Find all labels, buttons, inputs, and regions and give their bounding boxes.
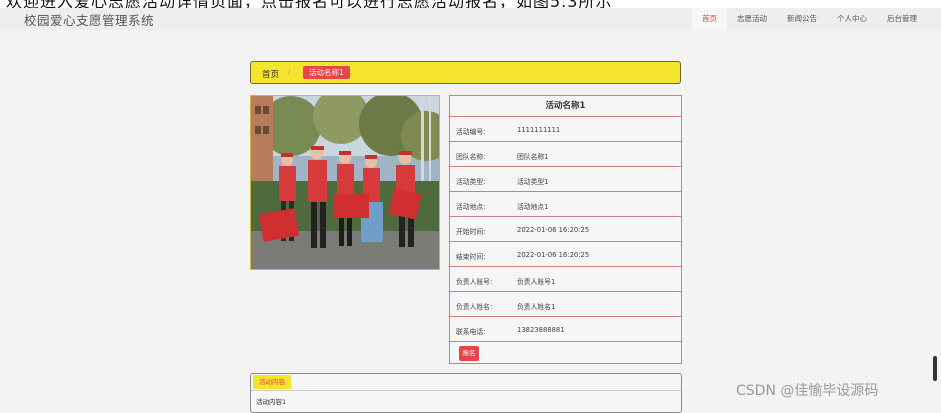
detail-row-type: 活动类型: 活动类型1 bbox=[450, 167, 681, 192]
scrollbar-thumb[interactable] bbox=[933, 356, 937, 381]
csdn-watermark: CSDN @佳愉毕设源码 bbox=[736, 383, 879, 399]
content-tab[interactable]: 活动内容 bbox=[253, 375, 291, 389]
apply-button[interactable]: 报名 bbox=[459, 346, 479, 361]
detail-value: 负责人姓名1 bbox=[517, 303, 556, 311]
detail-label: 团队名称: bbox=[456, 153, 486, 161]
breadcrumb: 首页 / 活动名称1 bbox=[250, 61, 681, 84]
nav-item-admin[interactable]: 后台管理 bbox=[877, 8, 927, 30]
detail-actions: 报名 bbox=[450, 342, 681, 364]
top-caption: 欢迎进入爱心志愿活动详情页面，点击报名可以进行志愿活动报名，如图5.3所示 bbox=[6, 0, 612, 8]
activity-photo-image bbox=[251, 96, 439, 269]
detail-value: 2022-01-06 16:20:25 bbox=[517, 251, 590, 259]
detail-row-end-time: 结束时间: 2022-01-06 16:20:25 bbox=[450, 242, 681, 267]
top-caption-strip: 欢迎进入爱心志愿活动详情页面，点击报名可以进行志愿活动报名，如图5.3所示 bbox=[0, 0, 941, 8]
site-title: 校园爱心支愿管理系统 bbox=[24, 13, 155, 28]
detail-value: 1111111111 bbox=[517, 126, 561, 134]
detail-row-team: 团队名称: 团队名称1 bbox=[450, 142, 681, 167]
detail-label: 活动编号: bbox=[456, 128, 486, 136]
detail-value: 13823888881 bbox=[517, 326, 565, 334]
activity-content-box: 活动内容 活动内容1 bbox=[250, 373, 682, 413]
header: 校园爱心支愿管理系统 首页 志愿活动 新闻公告 个人中心 后台管理 bbox=[0, 8, 941, 30]
detail-value: 活动地点1 bbox=[517, 203, 549, 211]
detail-value: 团队名称1 bbox=[517, 153, 549, 161]
nav-item-home[interactable]: 首页 bbox=[692, 8, 727, 30]
breadcrumb-home[interactable]: 首页 bbox=[262, 68, 279, 80]
detail-label: 活动地点: bbox=[456, 203, 486, 211]
detail-label: 开始时间: bbox=[456, 228, 486, 236]
detail-label: 负责人姓名: bbox=[456, 303, 493, 311]
activity-detail-panel: 活动名称1 活动编号: 1111111111 团队名称: 团队名称1 活动类型:… bbox=[449, 95, 682, 364]
detail-row-phone: 联系电话: 13823888881 bbox=[450, 317, 681, 342]
detail-value: 负责人账号1 bbox=[517, 278, 556, 286]
detail-label: 活动类型: bbox=[456, 178, 486, 186]
detail-label: 负责人账号: bbox=[456, 278, 493, 286]
detail-value: 活动类型1 bbox=[517, 178, 549, 186]
detail-row-leader-account: 负责人账号: 负责人账号1 bbox=[450, 267, 681, 292]
nav-item-profile[interactable]: 个人中心 bbox=[827, 8, 877, 30]
detail-value: 2022-01-06 16:20:25 bbox=[517, 226, 590, 234]
breadcrumb-separator: / bbox=[288, 68, 291, 76]
detail-label: 联系电话: bbox=[456, 328, 486, 336]
detail-row-location: 活动地点: 活动地点1 bbox=[450, 192, 681, 217]
content-text: 活动内容1 bbox=[256, 398, 287, 406]
detail-row-start-time: 开始时间: 2022-01-06 16:20:25 bbox=[450, 217, 681, 242]
nav-item-news[interactable]: 新闻公告 bbox=[777, 8, 827, 30]
activity-photo bbox=[250, 95, 440, 270]
detail-row-leader-name: 负责人姓名: 负责人姓名1 bbox=[450, 292, 681, 317]
main-nav: 首页 志愿活动 新闻公告 个人中心 后台管理 bbox=[692, 8, 927, 30]
nav-item-activities[interactable]: 志愿活动 bbox=[727, 8, 777, 30]
breadcrumb-current: 活动名称1 bbox=[303, 66, 350, 79]
detail-row-id: 活动编号: 1111111111 bbox=[450, 117, 681, 142]
detail-title: 活动名称1 bbox=[450, 96, 681, 117]
content-divider bbox=[251, 390, 681, 391]
detail-label: 结束时间: bbox=[456, 253, 486, 261]
